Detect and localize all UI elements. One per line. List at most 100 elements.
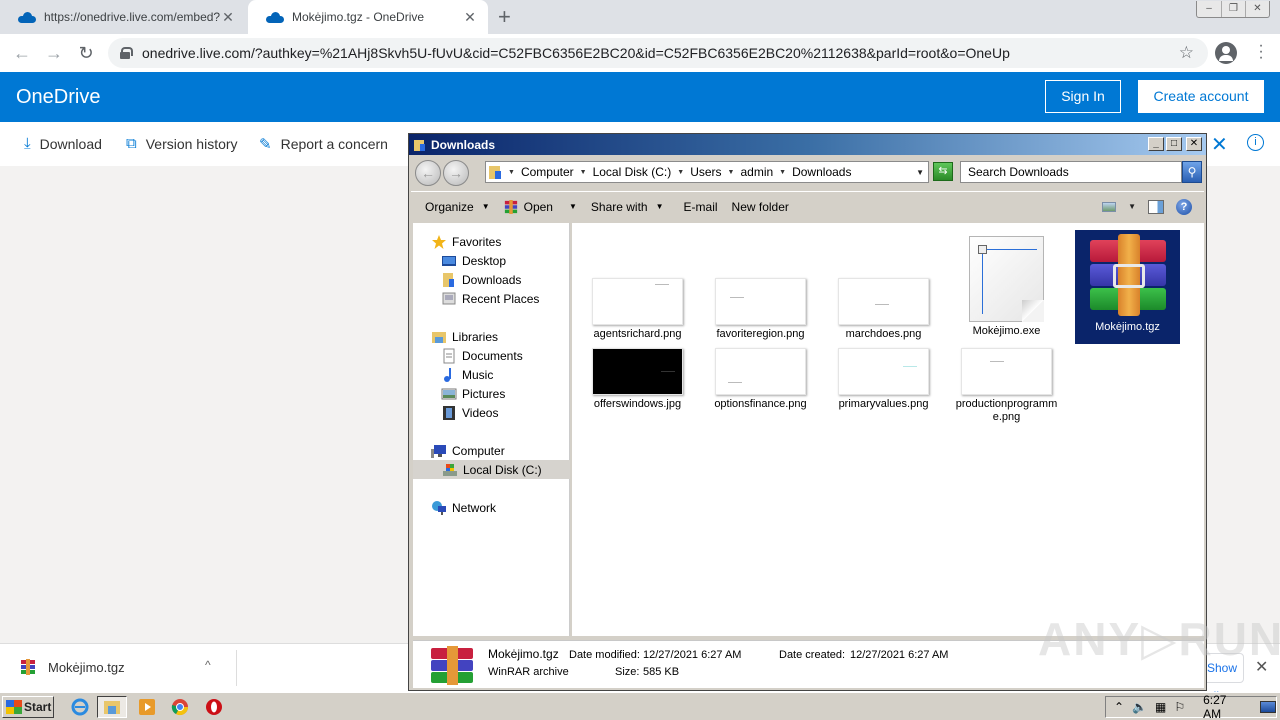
file-item[interactable]: primaryvalues.png [831,348,936,411]
nav-recent-places[interactable]: Recent Places [441,289,539,308]
file-name: favoriteregion.png [716,328,805,340]
window-controls: – ❐ ✕ [1196,1,1270,18]
search-input[interactable]: Search Downloads [960,161,1182,183]
address-bar[interactable]: onedrive.live.com/?authkey=%21AHj8Skvh5U… [108,38,1208,68]
version-history-button[interactable]: ⧉ Version history [126,135,238,152]
nav-local-disk[interactable]: Local Disk (C:) [413,460,570,479]
nav-documents[interactable]: Documents [441,346,523,365]
sign-in-button[interactable]: Sign In [1045,80,1121,113]
open-button[interactable]: Open ▼ [497,199,584,214]
forward-button[interactable]: → [38,43,70,64]
organize-button[interactable]: Organize ▼ [418,200,497,214]
browser-tab-embed[interactable]: https://onedrive.live.com/embed?cid ✕ [0,0,246,34]
minimize-button[interactable]: – [1197,1,1221,17]
breadcrumb-item[interactable]: Users [690,165,721,179]
file-item[interactable]: productionprogramme.png [954,348,1059,424]
nav-network[interactable]: Network [431,498,496,517]
nav-videos[interactable]: Videos [441,403,498,422]
action-center-flag-icon[interactable]: ⚐ [1174,700,1185,714]
restore-button[interactable]: ❐ [1221,1,1245,17]
view-dropdown-icon[interactable]: ▼ [1128,202,1136,211]
search-icon[interactable]: ⚲ [1182,161,1202,183]
explorer-title-bar[interactable]: Downloads _ □ ✕ [409,134,1206,155]
change-view-icon[interactable] [1102,201,1117,212]
show-hidden-icon[interactable]: ⌃ [1114,700,1124,714]
breadcrumb-separator-icon[interactable]: ▼ [508,169,515,176]
info-icon[interactable]: i [1247,134,1264,151]
account-avatar-icon[interactable] [1215,42,1237,64]
new-folder-button[interactable]: New folder [725,200,796,214]
file-item[interactable]: agentsrichard.png [585,278,690,341]
breadcrumb-separator-icon[interactable]: ▼ [580,169,587,176]
internet-explorer-icon[interactable] [70,697,90,717]
preview-pane-icon[interactable] [1148,199,1164,214]
nav-downloads[interactable]: Downloads [441,270,521,289]
url-text[interactable]: onedrive.live.com/?authkey=%21AHj8Skvh5U… [142,45,1010,61]
address-dropdown-icon[interactable]: ▼ [916,168,924,177]
explorer-taskbar-button[interactable] [97,696,127,718]
breadcrumb-item[interactable]: Downloads [792,165,851,179]
network-icon[interactable]: ▦ [1155,700,1166,714]
explorer-maximize-button[interactable]: □ [1166,137,1182,151]
create-account-button[interactable]: Create account [1138,80,1264,113]
report-concern-button[interactable]: ✎ Report a concern [259,135,388,153]
explorer-back-button[interactable]: ← [415,160,441,186]
browser-menu-icon[interactable]: · · · [1256,38,1266,66]
nav-computer[interactable]: Computer [431,441,505,460]
breadcrumb-item[interactable]: admin [740,165,773,179]
desktop-icon [442,255,456,266]
explorer-minimize-button[interactable]: _ [1148,137,1164,151]
tab-close-icon[interactable]: ✕ [220,9,236,26]
nav-label: Libraries [452,329,499,344]
breadcrumb-separator-icon[interactable]: ▼ [728,169,735,176]
file-item[interactable]: favoriteregion.png [708,278,813,341]
file-name: optionsfinance.png [714,398,807,410]
bookmark-star-icon[interactable]: ☆ [1179,43,1194,63]
download-button[interactable]: ⤓ Download [24,135,102,152]
dropdown-arrow-icon[interactable]: ▼ [569,202,577,211]
reload-button[interactable]: ↻ [70,43,102,64]
nav-music[interactable]: Music [441,365,493,384]
file-item[interactable]: Mokėjimo.exe [954,236,1059,338]
nav-desktop[interactable]: Desktop [441,251,506,270]
close-window-button[interactable]: ✕ [1245,1,1269,17]
breadcrumb-separator-icon[interactable]: ▼ [677,169,684,176]
tab-close-icon[interactable]: ✕ [462,9,478,26]
opera-icon[interactable] [204,697,224,717]
help-icon[interactable]: ? [1176,198,1192,215]
explorer-forward-button[interactable]: → [443,160,469,186]
clock[interactable]: 6:27 AM [1203,693,1246,720]
show-desktop-icon[interactable] [1260,701,1276,713]
breadcrumb-separator-icon[interactable]: ▼ [779,169,786,176]
file-item-selected[interactable]: Mokėjimo.tgz [1075,230,1180,344]
close-viewer-icon[interactable]: ✕ [1211,132,1228,157]
explorer-window: Downloads _ □ ✕ ← → ▼ Computer ▼ Local D… [408,133,1207,691]
email-button[interactable]: E-mail [677,200,725,214]
nav-favorites[interactable]: Favorites [431,232,501,251]
file-name: primaryvalues.png [838,398,929,410]
explorer-close-button[interactable]: ✕ [1186,137,1202,151]
nav-libraries[interactable]: Libraries [431,327,498,346]
new-tab-button[interactable]: + [498,4,511,30]
file-item[interactable]: optionsfinance.png [708,348,813,411]
volume-icon[interactable]: 🔈 [1132,700,1147,714]
refresh-icon[interactable]: ⇆ [933,162,953,181]
download-options-chevron-icon[interactable]: ^ [205,658,211,672]
download-item[interactable]: Mokėjimo.tgz [20,659,125,675]
explorer-toolbar: Organize ▼ Open ▼ Share with ▼ E-mail New f… [411,191,1204,221]
explorer-address-row: ← → ▼ Computer ▼ Local Disk (C:) ▼ Users… [411,158,1204,188]
chrome-icon[interactable] [170,697,190,717]
onedrive-logo[interactable]: OneDrive [16,86,100,109]
browser-tab-active[interactable]: Mokėjimo.tgz - OneDrive ✕ [248,0,488,34]
media-player-icon[interactable] [137,697,157,717]
file-item[interactable]: offerswindows.jpg [585,348,690,411]
file-item[interactable]: marchdoes.png [831,278,936,341]
back-button[interactable]: ← [6,43,38,64]
breadcrumb[interactable]: ▼ Computer ▼ Local Disk (C:) ▼ Users ▼ a… [485,161,929,183]
start-button[interactable]: Start [2,696,54,718]
share-with-button[interactable]: Share with ▼ [584,200,671,214]
breadcrumb-item[interactable]: Computer [521,165,574,179]
breadcrumb-item[interactable]: Local Disk (C:) [593,165,672,179]
nav-pictures[interactable]: Pictures [441,384,505,403]
onedrive-cloud-icon [266,11,284,23]
